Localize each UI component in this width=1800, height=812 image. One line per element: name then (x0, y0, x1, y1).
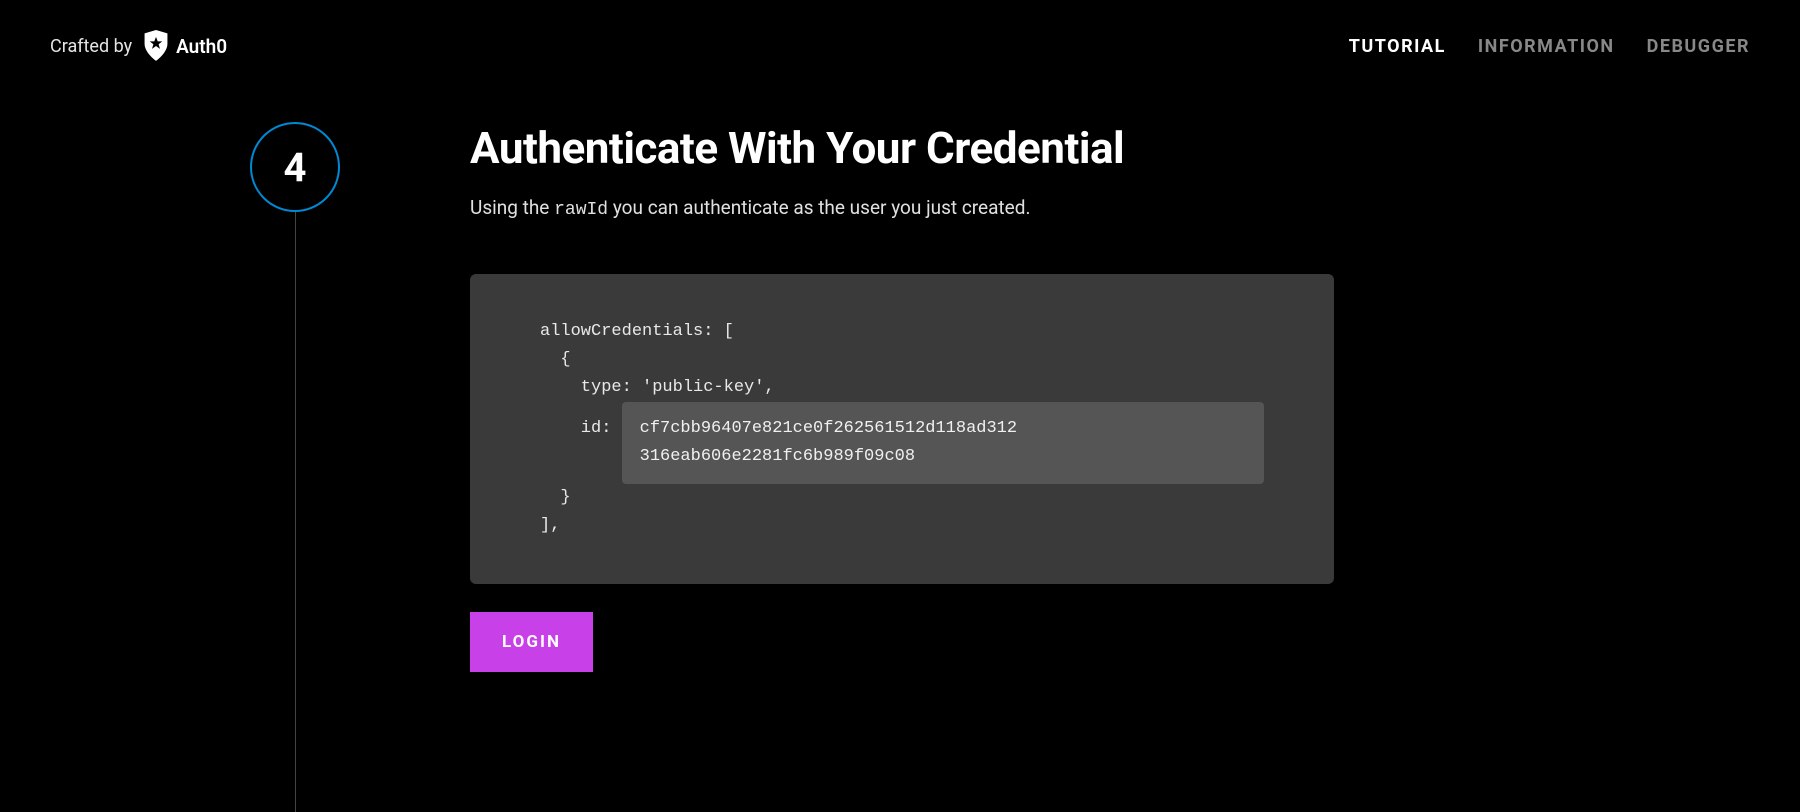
subtitle-post: you can authenticate as the user you jus… (608, 196, 1030, 219)
login-button[interactable]: LOGIN (470, 612, 593, 672)
code-line-5: } (540, 484, 1264, 512)
nav-debugger[interactable]: DEBUGGER (1647, 36, 1750, 57)
credential-id-line-2: 316eab606e2281fc6b989f09c08 (640, 443, 1246, 471)
main-nav: TUTORIAL INFORMATION DEBUGGER (1349, 36, 1750, 57)
code-line-2: { (540, 346, 1264, 374)
credential-id-line-1: cf7cbb96407e821ce0f262561512d118ad312 (640, 415, 1246, 443)
subtitle-code: rawId (554, 200, 608, 220)
step-number-circle: 4 (250, 122, 340, 212)
brand-logo[interactable]: Auth0 (142, 30, 227, 62)
brand-container: Crafted by Auth0 (50, 30, 227, 62)
page-header: Crafted by Auth0 TUTORIAL INFORMATION DE… (0, 0, 1800, 62)
nav-tutorial[interactable]: TUTORIAL (1349, 36, 1446, 57)
subtitle-pre: Using the (470, 196, 554, 219)
main-column: Authenticate With Your Credential Using … (340, 122, 1350, 672)
code-line-3: type: 'public-key', (540, 374, 1264, 402)
crafted-by-text: Crafted by (50, 36, 132, 57)
code-block: allowCredentials: [ { type: 'public-key'… (470, 274, 1334, 584)
code-id-label: id: (540, 402, 622, 443)
step-column: 4 (250, 122, 340, 672)
code-line-1: allowCredentials: [ (540, 318, 1264, 346)
credential-id-box[interactable]: cf7cbb96407e821ce0f262561512d118ad312 31… (622, 402, 1264, 484)
brand-name-text: Auth0 (176, 35, 227, 58)
nav-information[interactable]: INFORMATION (1478, 36, 1615, 57)
code-line-6: ], (540, 512, 1264, 540)
step-number: 4 (284, 144, 307, 191)
page-title: Authenticate With Your Credential (470, 122, 1350, 174)
subtitle: Using the rawId you can authenticate as … (470, 194, 1350, 224)
code-id-row: id: cf7cbb96407e821ce0f262561512d118ad31… (540, 402, 1264, 484)
content-area: 4 Authenticate With Your Credential Usin… (0, 62, 1800, 672)
step-vertical-line (295, 212, 296, 812)
auth0-shield-icon (142, 30, 170, 62)
